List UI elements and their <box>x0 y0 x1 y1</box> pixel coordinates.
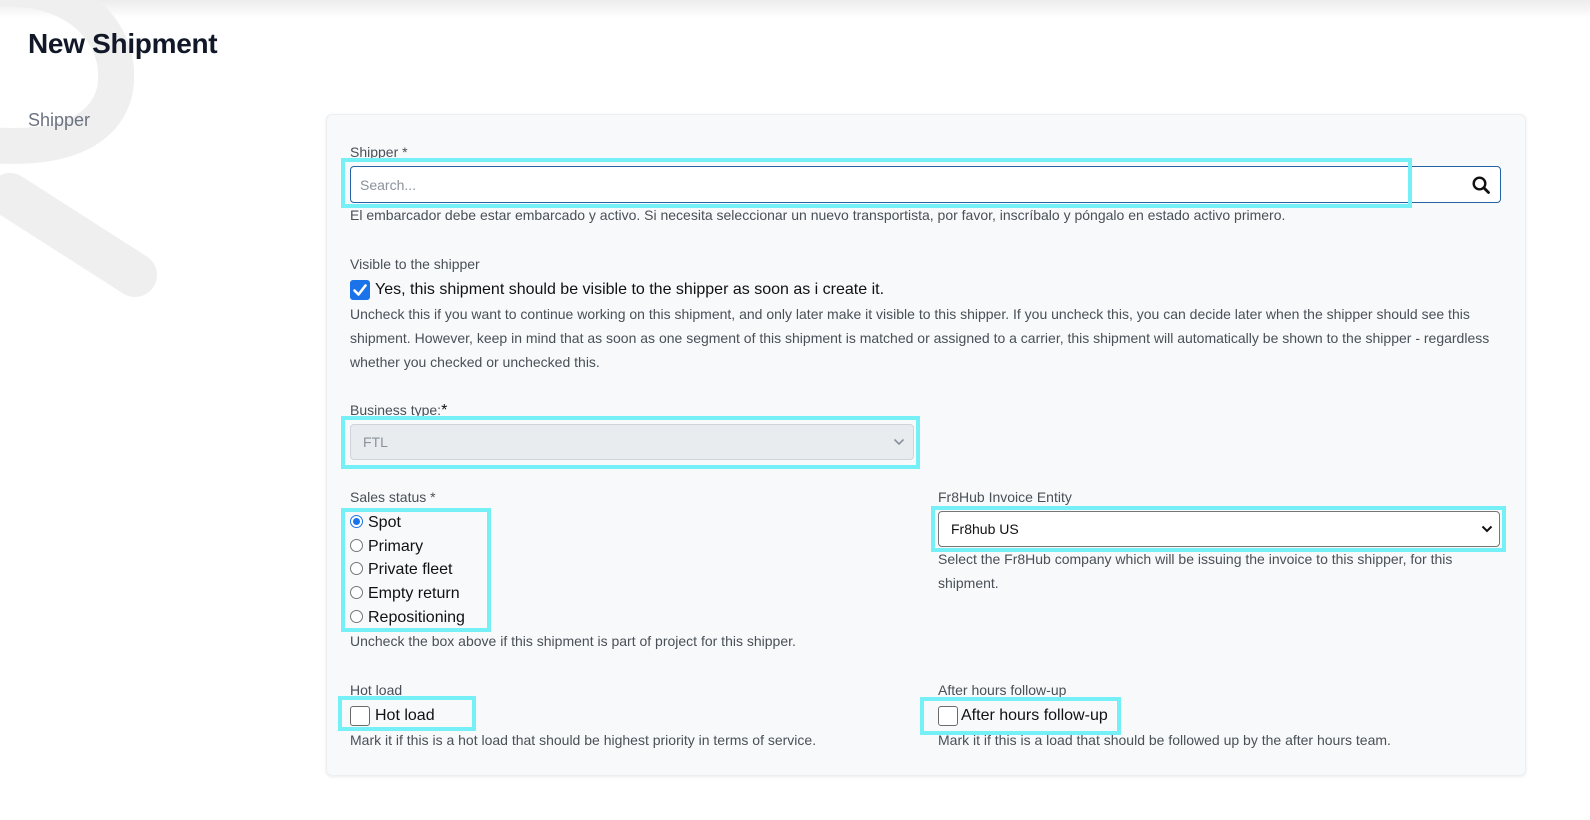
after-hours-checkbox[interactable] <box>938 706 958 726</box>
hot-load-label: Hot load <box>350 682 403 698</box>
page-title: New Shipment <box>28 28 218 59</box>
hot-load-help: Mark it if this is a hot load that shoul… <box>350 732 817 748</box>
visible-label: Visible to the shipper <box>350 256 480 272</box>
after-hours-checkbox-label[interactable]: After hours follow-up <box>961 707 1108 725</box>
radio-repositioning[interactable] <box>350 610 363 623</box>
business-type-label-text: Business type: <box>350 402 442 418</box>
shipper-label: Shipper * <box>350 144 408 160</box>
section-label-shipper: Shipper <box>28 110 91 130</box>
sales-status-label: Sales status * <box>350 489 436 505</box>
invoice-entity-help-line-1: Select the Fr8Hub company which will be … <box>938 551 1453 567</box>
search-icon[interactable] <box>1471 175 1491 195</box>
visible-help-line-1: Uncheck this if you want to continue wor… <box>350 306 1470 322</box>
radio-empty-return[interactable] <box>350 586 363 599</box>
business-type-label: Business type:* <box>350 402 447 420</box>
invoice-entity-label: Fr8Hub Invoice Entity <box>938 489 1072 505</box>
check-icon <box>353 284 367 296</box>
invoice-entity-select[interactable]: Fr8hub US <box>938 511 1500 547</box>
shipper-search-box <box>350 166 1501 203</box>
sales-status-help: Uncheck the box above if this shipment i… <box>350 633 796 649</box>
chevron-down-icon <box>893 438 905 446</box>
visible-help-line-2: shipment. However, keep in mind that as … <box>350 330 1490 346</box>
radio-label-spot[interactable]: Spot <box>368 514 401 532</box>
shipper-search-input[interactable] <box>351 167 1451 202</box>
business-type-select[interactable]: FTL <box>350 424 914 460</box>
after-hours-help: Mark it if this is a load that should be… <box>938 732 1391 748</box>
chevron-down-icon <box>1481 525 1493 533</box>
radio-private-fleet[interactable] <box>350 562 363 575</box>
radio-label-empty-return[interactable]: Empty return <box>368 585 460 603</box>
radio-label-primary[interactable]: Primary <box>368 538 423 556</box>
invoice-entity-value: Fr8hub US <box>951 521 1019 537</box>
hot-load-checkbox-label[interactable]: Hot load <box>375 707 435 725</box>
top-shadow <box>0 0 1590 18</box>
visible-checkbox[interactable] <box>350 280 370 300</box>
invoice-entity-help-line-2: shipment. <box>938 575 999 591</box>
radio-primary[interactable] <box>350 539 363 552</box>
visible-checkbox-label[interactable]: Yes, this shipment should be visible to … <box>375 281 884 299</box>
radio-label-private-fleet[interactable]: Private fleet <box>368 561 452 579</box>
business-type-value: FTL <box>363 434 388 450</box>
business-type-required-mark: * <box>441 402 448 419</box>
hot-load-checkbox[interactable] <box>350 706 370 726</box>
after-hours-label: After hours follow-up <box>938 682 1067 698</box>
shipper-help-text: El embarcador debe estar embarcado y act… <box>350 207 1286 223</box>
radio-label-repositioning[interactable]: Repositioning <box>368 609 465 627</box>
visible-help-line-3: whether you checked or unchecked this. <box>350 354 600 370</box>
radio-spot[interactable] <box>350 515 363 528</box>
